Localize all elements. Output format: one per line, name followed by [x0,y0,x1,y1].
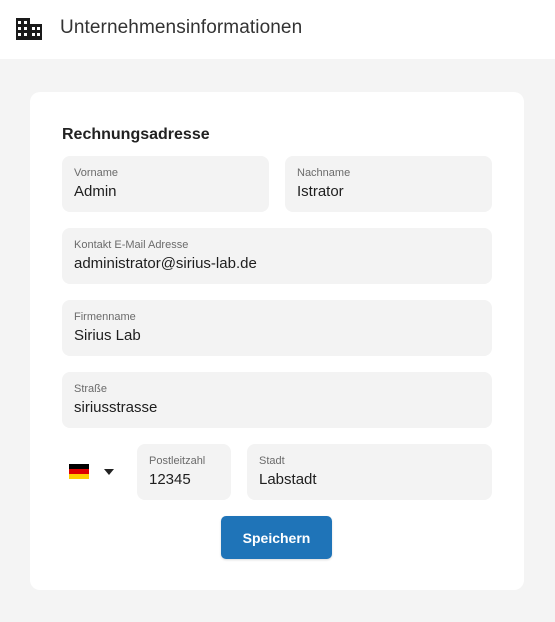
last-name-value: Istrator [297,183,344,200]
building-icon [16,18,42,40]
company-name-label: Firmenname [74,311,136,323]
street-label: Straße [74,383,108,395]
company-name-field[interactable]: Firmenname Sirius Lab [62,300,492,356]
section-title: Rechnungsadresse [62,126,210,143]
billing-address-card: Rechnungsadresse Vorname Admin Nachname … [30,92,524,590]
save-button[interactable]: Speichern [221,516,332,559]
city-value: Labstadt [259,471,317,488]
email-label: Kontakt E-Mail Adresse [74,239,189,251]
chevron-down-icon [104,469,114,475]
postal-code-label: Postleitzahl [149,455,206,467]
company-name-value: Sirius Lab [74,327,141,344]
email-field[interactable]: Kontakt E-Mail Adresse administrator@sir… [62,228,492,284]
email-value: administrator@sirius-lab.de [74,255,257,272]
page-title: Unternehmensinformationen [60,17,303,38]
postal-code-field[interactable]: Postleitzahl 12345 [137,444,231,500]
last-name-label: Nachname [297,167,351,179]
country-select[interactable] [69,462,117,486]
street-field[interactable]: Straße siriusstrasse [62,372,492,428]
top-bar: Unternehmensinformationen [0,0,555,59]
germany-flag-icon [69,464,89,479]
postal-code-value: 12345 [149,471,191,488]
first-name-value: Admin [74,183,117,200]
street-value: siriusstrasse [74,399,158,416]
last-name-field[interactable]: Nachname Istrator [285,156,492,212]
city-label: Stadt [259,455,285,467]
first-name-field[interactable]: Vorname Admin [62,156,269,212]
city-field[interactable]: Stadt Labstadt [247,444,492,500]
first-name-label: Vorname [74,167,119,179]
